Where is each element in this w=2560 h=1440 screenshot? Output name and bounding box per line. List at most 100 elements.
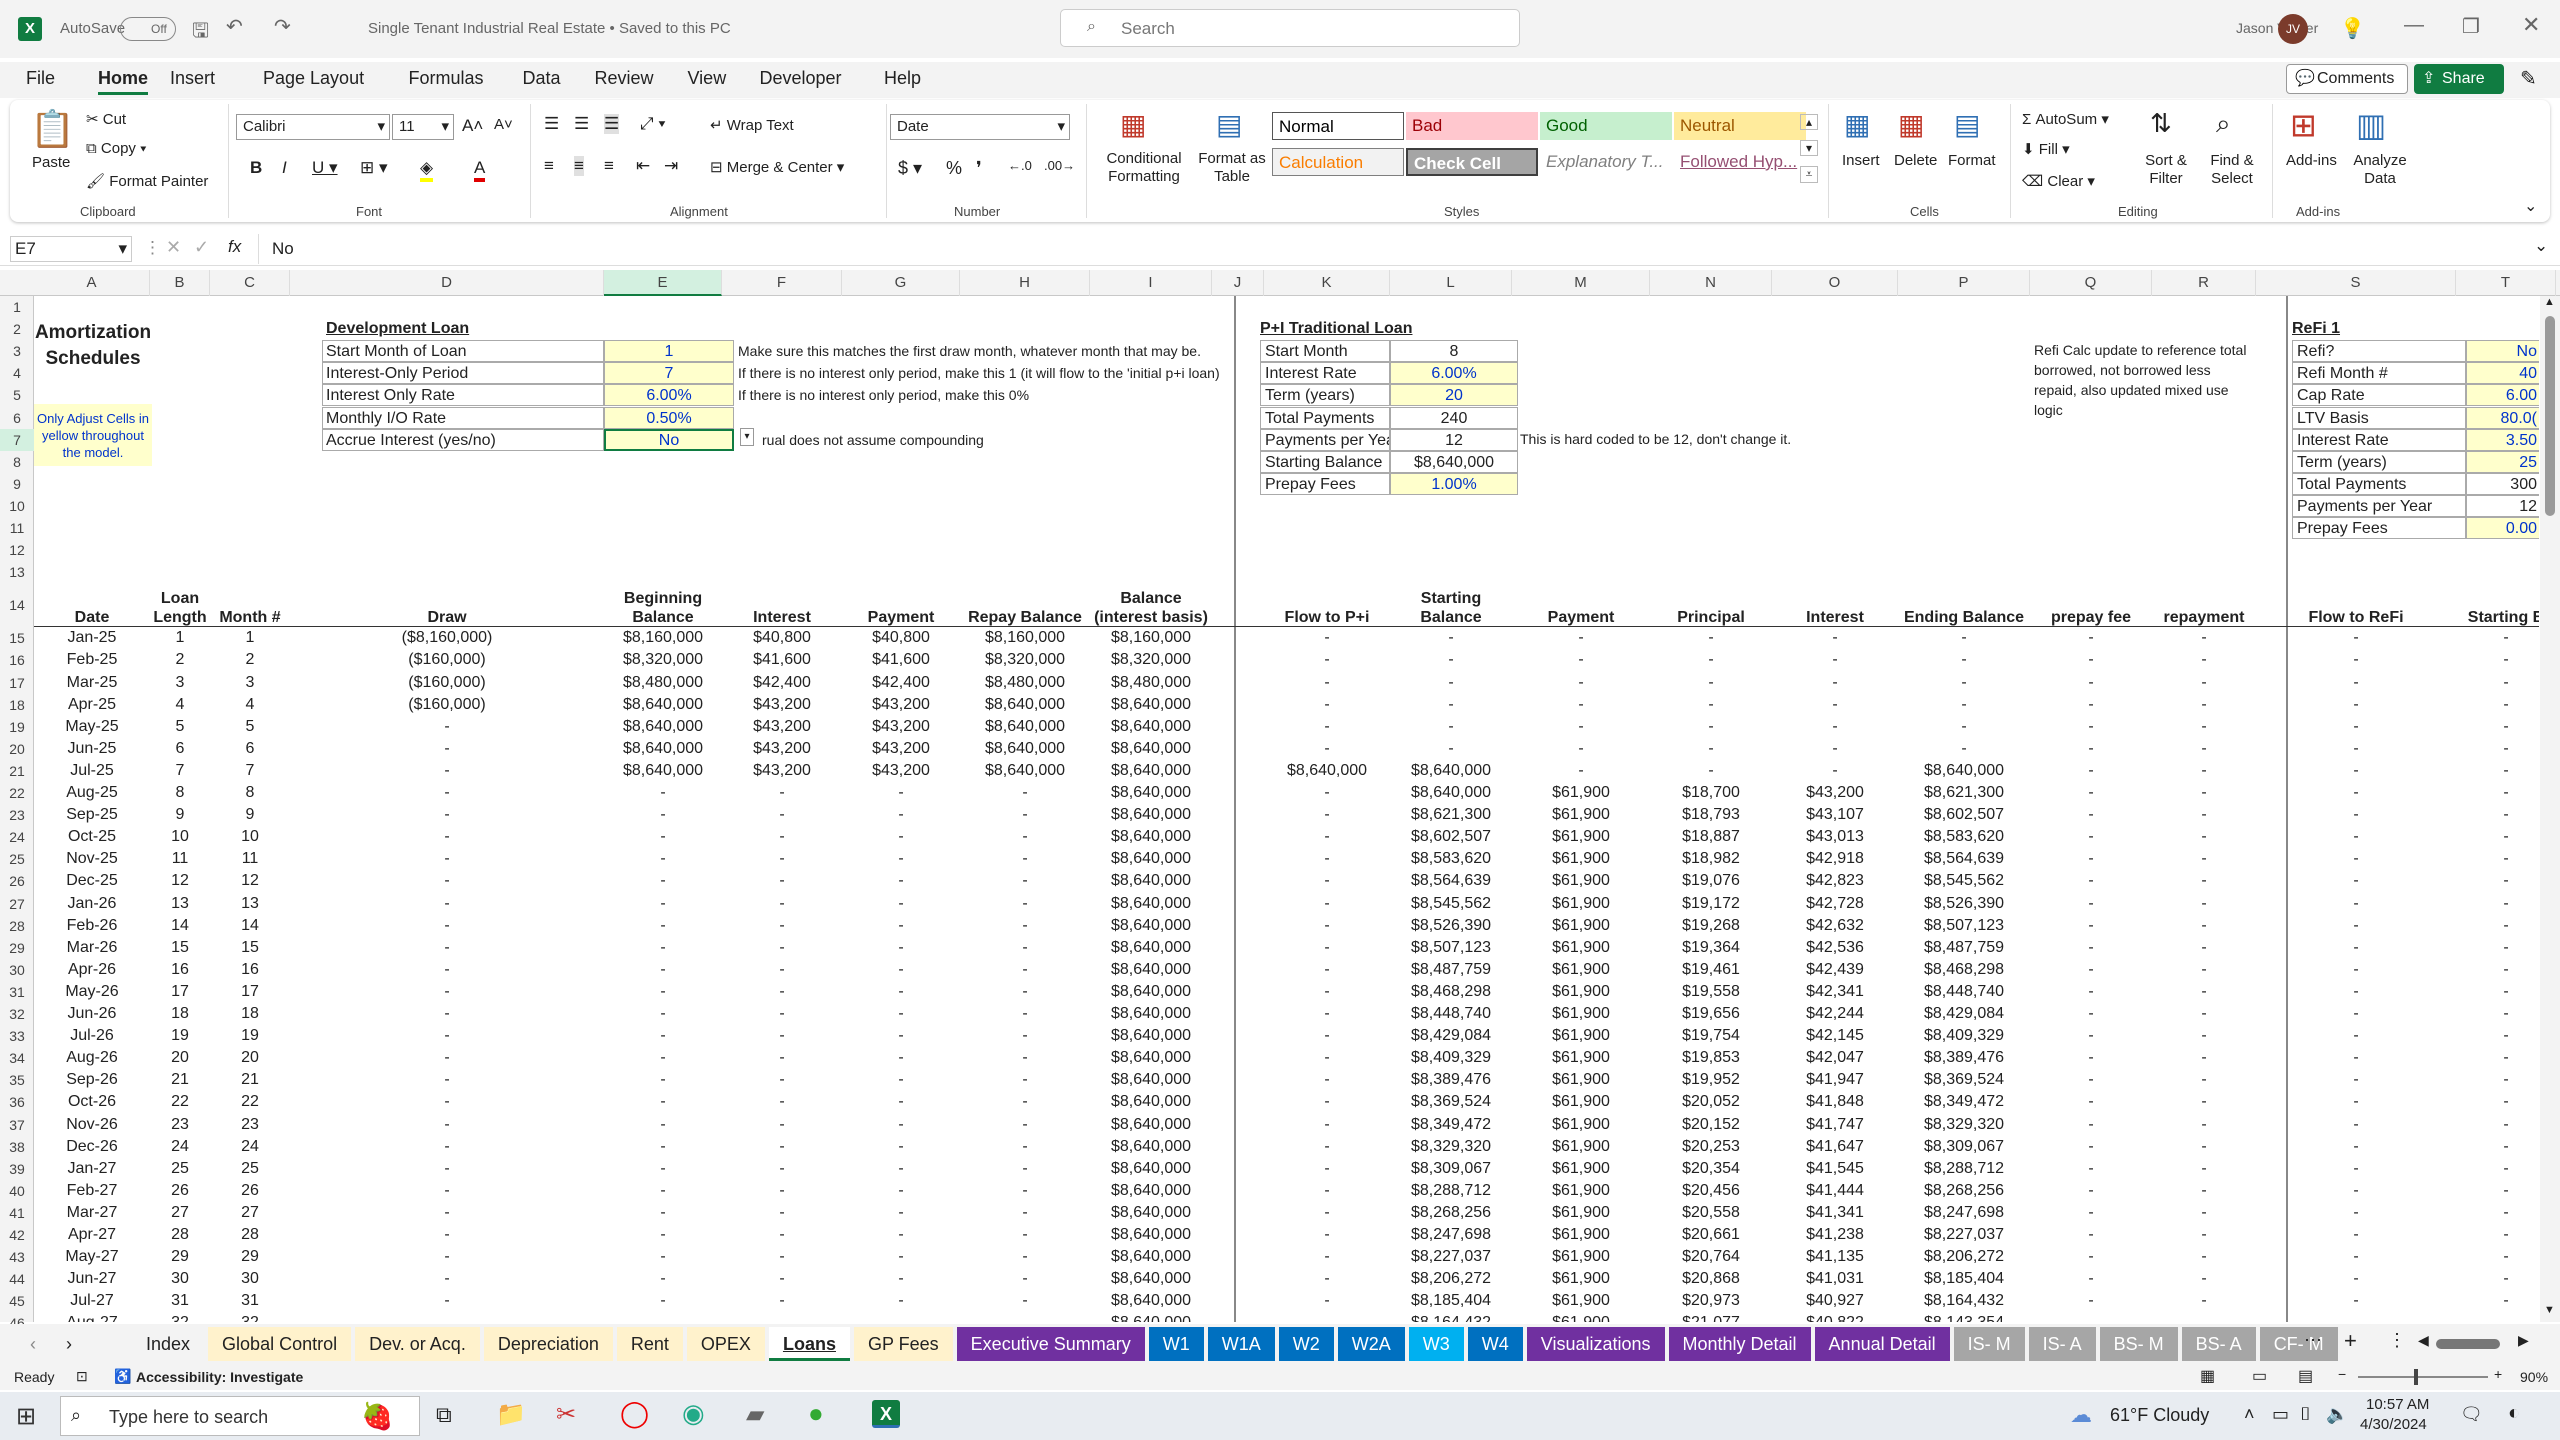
table-cell[interactable]: $20,764: [1650, 1246, 1772, 1268]
tray-chevron-icon[interactable]: ˄: [2244, 1404, 2255, 1425]
table-cell[interactable]: -: [1264, 959, 1390, 981]
table-cell[interactable]: -: [722, 1069, 842, 1091]
table-cell[interactable]: -: [2030, 1091, 2152, 1113]
table-cell[interactable]: -: [2256, 893, 2456, 915]
table-cell[interactable]: $8,640,000: [1090, 1091, 1212, 1113]
table-cell[interactable]: -: [2256, 981, 2456, 1003]
table-cell[interactable]: -: [2456, 1312, 2539, 1322]
table-cell[interactable]: -: [960, 1158, 1090, 1180]
table-cell[interactable]: -: [2152, 694, 2256, 716]
tab-depreciation[interactable]: Depreciation: [483, 1327, 613, 1361]
table-cell[interactable]: 23: [210, 1114, 290, 1136]
table-cell[interactable]: -: [290, 760, 604, 782]
clear-button[interactable]: ⌫ Clear ▾: [2022, 172, 2095, 190]
refi-value[interactable]: 0.00: [2466, 517, 2539, 539]
table-cell[interactable]: $8,545,562: [1390, 893, 1512, 915]
table-cell[interactable]: -: [2152, 1158, 2256, 1180]
table-cell[interactable]: -: [1264, 1136, 1390, 1158]
table-cell[interactable]: -: [1264, 1290, 1390, 1312]
table-cell[interactable]: ($8,160,000): [290, 627, 604, 649]
table-cell[interactable]: -: [722, 915, 842, 937]
table-cell[interactable]: 21: [150, 1069, 210, 1091]
header-2[interactable]: Month #: [210, 585, 290, 627]
table-cell[interactable]: -: [960, 1180, 1090, 1202]
dev-loan-label[interactable]: Interest-Only Period: [322, 362, 604, 385]
table-cell[interactable]: -: [722, 1025, 842, 1047]
table-cell[interactable]: -: [2456, 893, 2539, 915]
table-cell[interactable]: Jun-26: [34, 1003, 150, 1025]
table-cell[interactable]: $61,900: [1512, 1246, 1650, 1268]
table-cell[interactable]: $19,364: [1650, 937, 1772, 959]
table-cell[interactable]: -: [290, 1180, 604, 1202]
table-cell[interactable]: -: [604, 1312, 722, 1322]
table-cell[interactable]: -: [2256, 915, 2456, 937]
table-cell[interactable]: $42,400: [722, 672, 842, 694]
fill-color-icon[interactable]: ◈: [420, 158, 434, 182]
row-header-31[interactable]: 31: [0, 981, 34, 1003]
row-header-10[interactable]: 10: [0, 495, 34, 517]
table-cell[interactable]: $8,640,000: [1090, 1025, 1212, 1047]
header-1[interactable]: Loan Length: [150, 585, 210, 627]
table-cell[interactable]: -: [1650, 649, 1772, 671]
wrap-text-button[interactable]: ↵ Wrap Text: [710, 116, 794, 134]
table-cell[interactable]: $41,341: [1772, 1202, 1898, 1224]
row-header-38[interactable]: 38: [0, 1136, 34, 1158]
table-cell[interactable]: -: [2152, 1025, 2256, 1047]
table-cell[interactable]: $42,341: [1772, 981, 1898, 1003]
table-cell[interactable]: -: [1390, 738, 1512, 760]
column-header-O[interactable]: O: [1772, 270, 1898, 296]
table-cell[interactable]: -: [2456, 1069, 2539, 1091]
table-cell[interactable]: -: [1264, 804, 1390, 826]
table-cell[interactable]: -: [960, 937, 1090, 959]
table-cell[interactable]: -: [2256, 959, 2456, 981]
table-cell[interactable]: -: [2030, 981, 2152, 1003]
table-cell[interactable]: $8,185,404: [1898, 1268, 2030, 1290]
table-cell[interactable]: $43,200: [842, 760, 960, 782]
table-cell[interactable]: 19: [210, 1025, 290, 1047]
table-cell[interactable]: 12: [150, 870, 210, 892]
table-cell[interactable]: $43,200: [722, 738, 842, 760]
table-cell[interactable]: -: [722, 826, 842, 848]
copilot-icon[interactable]: ◐: [2508, 1402, 2520, 1425]
table-cell[interactable]: May-25: [34, 716, 150, 738]
table-cell[interactable]: $19,172: [1650, 893, 1772, 915]
table-cell[interactable]: -: [842, 1136, 960, 1158]
table-cell[interactable]: -: [1772, 738, 1898, 760]
header-19[interactable]: Starting B: [2456, 585, 2539, 627]
style-followed-hyp-[interactable]: Followed Hyp...: [1674, 148, 1806, 176]
table-cell[interactable]: $61,900: [1512, 1202, 1650, 1224]
table-cell[interactable]: -: [960, 1091, 1090, 1113]
header-10[interactable]: Flow to P+i: [1264, 585, 1390, 627]
table-cell[interactable]: -: [2456, 760, 2539, 782]
table-cell[interactable]: $42,145: [1772, 1025, 1898, 1047]
table-cell[interactable]: 12: [210, 870, 290, 892]
table-cell[interactable]: $8,487,759: [1390, 959, 1512, 981]
table-cell[interactable]: -: [2152, 1246, 2256, 1268]
table-cell[interactable]: 5: [210, 716, 290, 738]
table-cell[interactable]: 20: [210, 1047, 290, 1069]
table-cell[interactable]: -: [960, 1047, 1090, 1069]
table-cell[interactable]: -: [842, 981, 960, 1003]
table-cell[interactable]: -: [842, 1003, 960, 1025]
table-cell[interactable]: -: [1264, 915, 1390, 937]
table-cell[interactable]: -: [2456, 1180, 2539, 1202]
table-cell[interactable]: $8,621,300: [1898, 782, 2030, 804]
excel-taskbar-icon[interactable]: X: [872, 1400, 900, 1428]
table-cell[interactable]: $8,640,000: [1090, 782, 1212, 804]
table-cell[interactable]: $42,047: [1772, 1047, 1898, 1069]
table-cell[interactable]: $42,439: [1772, 959, 1898, 981]
table-cell[interactable]: 20: [150, 1047, 210, 1069]
table-cell[interactable]: -: [722, 1202, 842, 1224]
tab-annual-detail[interactable]: Annual Detail: [1814, 1327, 1950, 1361]
table-cell[interactable]: $42,632: [1772, 915, 1898, 937]
table-cell[interactable]: $43,200: [842, 694, 960, 716]
table-cell[interactable]: -: [2152, 738, 2256, 760]
table-cell[interactable]: $41,600: [842, 649, 960, 671]
table-cell[interactable]: -: [604, 1246, 722, 1268]
table-cell[interactable]: $8,247,698: [1390, 1224, 1512, 1246]
table-cell[interactable]: $8,602,507: [1390, 826, 1512, 848]
table-cell[interactable]: Mar-26: [34, 937, 150, 959]
table-cell[interactable]: 25: [210, 1158, 290, 1180]
table-cell[interactable]: -: [2456, 1158, 2539, 1180]
table-cell[interactable]: -: [722, 1091, 842, 1113]
